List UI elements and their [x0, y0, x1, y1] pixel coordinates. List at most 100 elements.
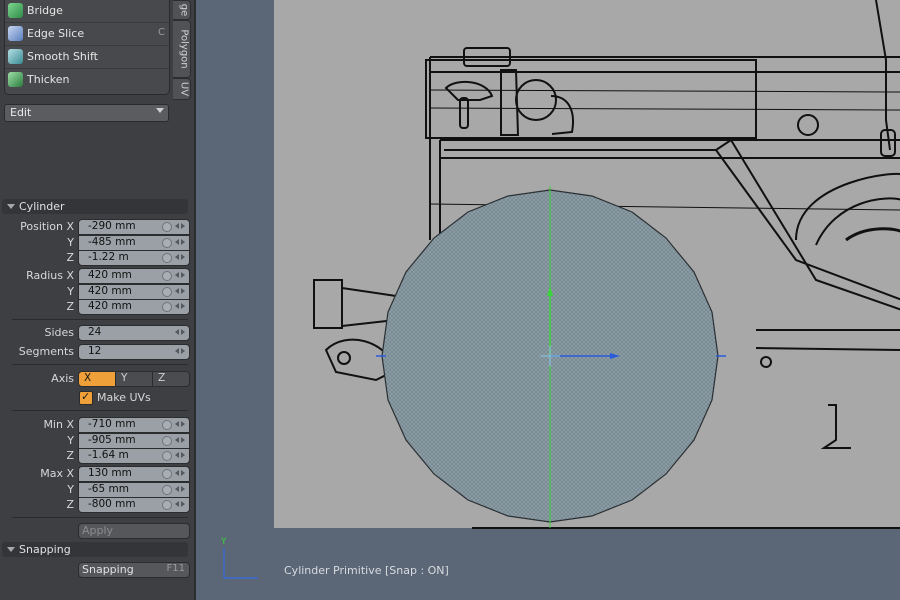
field-value: -290 mm [88, 220, 136, 232]
3d-viewport[interactable]: Y Cylinder Primitive [Snap : ON] [194, 0, 900, 600]
min-y-label: Y [67, 434, 74, 447]
animate-dot-icon[interactable] [162, 469, 172, 479]
tool-label: Thicken [27, 73, 70, 86]
apply-button[interactable]: Apply [78, 523, 190, 539]
spinner-arrows-icon[interactable] [175, 252, 187, 263]
segments-field[interactable]: 12 [78, 344, 190, 360]
min-z-label: Z [66, 449, 74, 462]
spinner-arrows-icon[interactable] [175, 499, 187, 510]
animate-dot-icon[interactable] [162, 302, 172, 312]
edge-slice-tool-button[interactable]: Edge Slice C [5, 23, 169, 46]
position-y-field[interactable]: -485 mm [78, 235, 190, 251]
bridge-icon [8, 3, 23, 18]
tool-list: Bridge Edge Slice C Smooth Shift Thicken [4, 0, 170, 95]
max-x-label: Max X [40, 467, 74, 480]
radius-x-field[interactable]: 420 mm [78, 268, 190, 284]
tool-panel: Bridge Edge Slice C Smooth Shift Thicken… [0, 0, 194, 600]
max-z-label: Z [66, 498, 74, 511]
animate-dot-icon[interactable] [162, 500, 172, 510]
snapping-section-header[interactable]: Snapping [2, 542, 188, 557]
axis-y-button[interactable]: Y [115, 372, 152, 386]
axis-selector: X Y Z [78, 371, 190, 387]
edit-dropdown[interactable]: Edit [4, 104, 169, 122]
field-value: 420 mm [88, 300, 132, 312]
spinner-arrows-icon[interactable] [175, 286, 187, 297]
position-x-label: Position X [20, 220, 74, 233]
divider [12, 319, 188, 320]
animate-dot-icon[interactable] [162, 253, 172, 263]
max-z-field[interactable]: -800 mm [78, 497, 190, 513]
snapping-label: Snapping [82, 563, 134, 576]
max-y-label: Y [67, 483, 74, 496]
spinner-arrows-icon[interactable] [175, 327, 187, 338]
tab-edge[interactable]: ge [173, 0, 191, 20]
spinner-arrows-icon[interactable] [175, 435, 187, 446]
field-value: -485 mm [88, 236, 136, 248]
radius-z-label: Z [66, 300, 74, 313]
bridge-tool-button[interactable]: Bridge [5, 0, 169, 23]
checkmark-icon: ✓ [81, 390, 91, 403]
min-y-field[interactable]: -905 mm [78, 433, 190, 449]
spinner-arrows-icon[interactable] [175, 270, 187, 281]
axis-z-button[interactable]: Z [152, 372, 189, 386]
thicken-icon [8, 72, 23, 87]
snapping-button[interactable]: Snapping F11 [78, 562, 190, 578]
spinner-arrows-icon[interactable] [175, 301, 187, 312]
make-uvs-checkbox[interactable]: ✓ [79, 390, 93, 405]
axis-option-label: X [84, 372, 92, 384]
section-title: Snapping [19, 543, 71, 556]
animate-dot-icon[interactable] [162, 222, 172, 232]
radius-y-field[interactable]: 420 mm [78, 284, 190, 300]
spinner-arrows-icon[interactable] [175, 468, 187, 479]
position-z-field[interactable]: -1.22 m [78, 250, 190, 266]
max-y-field[interactable]: -65 mm [78, 482, 190, 498]
axis-option-label: Z [158, 372, 166, 384]
apply-label: Apply [82, 524, 114, 537]
spinner-arrows-icon[interactable] [175, 237, 187, 248]
position-z-label: Z [66, 251, 74, 264]
spinner-arrows-icon[interactable] [175, 450, 187, 461]
field-value: -65 mm [88, 483, 129, 495]
animate-dot-icon[interactable] [162, 420, 172, 430]
field-value: 420 mm [88, 285, 132, 297]
min-x-field[interactable]: -710 mm [78, 417, 190, 433]
max-x-field[interactable]: 130 mm [78, 466, 190, 482]
tab-uv[interactable]: UV [173, 78, 191, 100]
field-value: -1.22 m [88, 251, 129, 263]
axis-x-button[interactable]: X [79, 372, 115, 386]
spinner-arrows-icon[interactable] [175, 346, 187, 357]
animate-dot-icon[interactable] [162, 451, 172, 461]
radius-y-label: Y [67, 285, 74, 298]
animate-dot-icon[interactable] [162, 436, 172, 446]
spinner-arrows-icon[interactable] [175, 419, 187, 430]
animate-dot-icon[interactable] [162, 271, 172, 281]
animate-dot-icon[interactable] [162, 485, 172, 495]
world-axis-gizmo [223, 548, 258, 579]
field-value: 130 mm [88, 467, 132, 479]
make-uvs-label: Make UVs [97, 391, 151, 404]
spinner-arrows-icon[interactable] [175, 221, 187, 232]
min-z-field[interactable]: -1.64 m [78, 448, 190, 464]
animate-dot-icon[interactable] [162, 287, 172, 297]
radius-x-label: Radius X [26, 269, 74, 282]
tool-label: Smooth Shift [27, 50, 98, 63]
position-y-label: Y [67, 236, 74, 249]
sides-field[interactable]: 24 [78, 325, 190, 341]
position-x-field[interactable]: -290 mm [78, 219, 190, 235]
divider [12, 410, 188, 411]
field-value: 420 mm [88, 269, 132, 281]
thicken-tool-button[interactable]: Thicken [5, 69, 169, 91]
sides-label: Sides [44, 326, 74, 339]
tab-label: UV [178, 81, 190, 97]
collapse-triangle-icon [7, 547, 15, 552]
spinner-arrows-icon[interactable] [175, 484, 187, 495]
section-title: Cylinder [19, 200, 65, 213]
dropdown-value: Edit [10, 106, 32, 119]
animate-dot-icon[interactable] [162, 238, 172, 248]
radius-z-field[interactable]: 420 mm [78, 299, 190, 315]
edge-slice-icon [8, 26, 23, 41]
smooth-shift-tool-button[interactable]: Smooth Shift [5, 46, 169, 69]
collapse-triangle-icon [7, 204, 15, 209]
divider [12, 364, 188, 365]
cylinder-section-header[interactable]: Cylinder [2, 199, 188, 214]
